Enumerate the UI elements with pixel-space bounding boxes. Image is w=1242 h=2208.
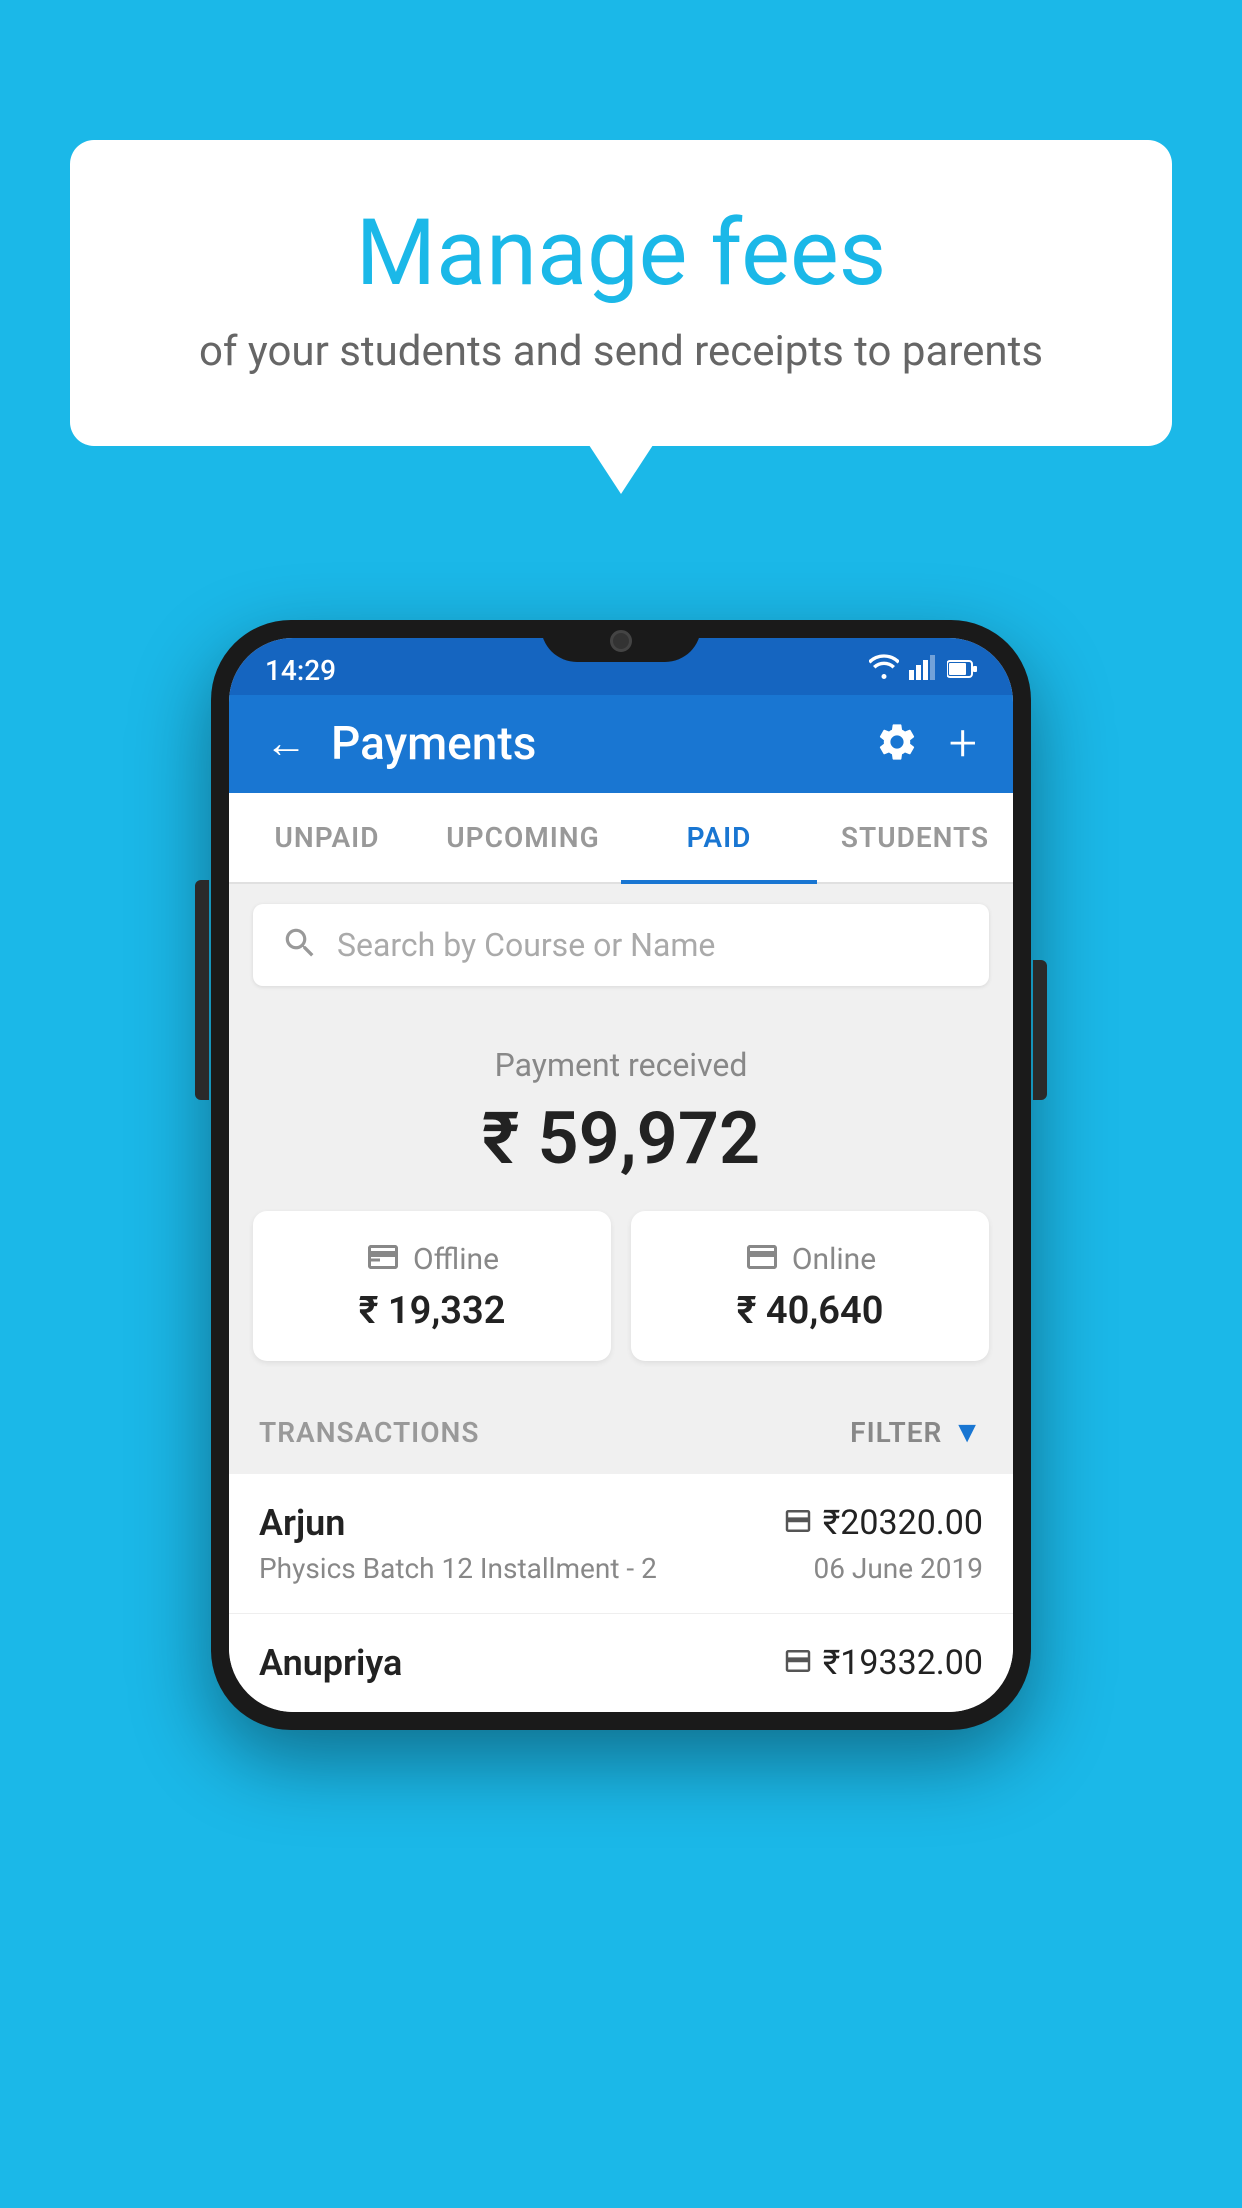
filter-label: FILTER <box>850 1416 942 1449</box>
offline-payment-card: Offline ₹ 19,332 <box>253 1211 611 1361</box>
transaction-amount-container: ₹19332.00 <box>783 1643 983 1683</box>
filter-icon: ▼ <box>952 1415 983 1450</box>
online-icon <box>744 1239 780 1279</box>
online-label: Online <box>792 1242 876 1277</box>
filter-button[interactable]: FILTER ▼ <box>850 1415 983 1450</box>
offline-icon <box>365 1239 401 1279</box>
transaction-amount-container: ₹20320.00 <box>783 1503 983 1543</box>
tabs-bar: UNPAID UPCOMING PAID STUDENTS <box>229 793 1013 884</box>
speech-bubble-container: Manage fees of your students and send re… <box>70 140 1172 446</box>
header-left: ← Payments <box>265 717 536 771</box>
online-amount: ₹ 40,640 <box>651 1289 969 1333</box>
payment-total-amount: ₹ 59,972 <box>253 1096 989 1181</box>
transactions-header: TRANSACTIONS FILTER ▼ <box>229 1391 1013 1474</box>
bubble-title: Manage fees <box>150 200 1092 307</box>
offline-payment-icon <box>783 1650 813 1676</box>
tab-upcoming[interactable]: UPCOMING <box>425 793 621 882</box>
wifi-icon <box>869 654 899 687</box>
back-button[interactable]: ← <box>265 723 307 765</box>
settings-icon[interactable] <box>875 720 919 768</box>
search-input[interactable]: Search by Course or Name <box>337 926 715 964</box>
phone-notch <box>541 620 701 662</box>
search-container: Search by Course or Name <box>229 884 1013 1006</box>
transaction-date: 06 June 2019 <box>813 1552 983 1585</box>
transaction-bottom: Physics Batch 12 Installment - 2 06 June… <box>259 1552 983 1585</box>
signal-icon <box>909 654 937 687</box>
transactions-label: TRANSACTIONS <box>259 1416 479 1449</box>
phone-camera <box>610 630 632 652</box>
phone-frame-wrapper: 14:29 <box>211 620 1031 1730</box>
app-header: ← Payments + <box>229 695 1013 793</box>
phone-screen: 14:29 <box>229 638 1013 1712</box>
speech-bubble: Manage fees of your students and send re… <box>70 140 1172 446</box>
online-payment-icon <box>783 1510 813 1536</box>
tab-students[interactable]: STUDENTS <box>817 793 1013 882</box>
offline-card-header: Offline <box>273 1239 591 1279</box>
payment-received-label: Payment received <box>253 1046 989 1084</box>
transaction-desc: Physics Batch 12 Installment - 2 <box>259 1552 657 1585</box>
bubble-subtitle: of your students and send receipts to pa… <box>150 327 1092 376</box>
tab-paid[interactable]: PAID <box>621 793 817 882</box>
transaction-top: Arjun ₹20320.00 <box>259 1502 983 1544</box>
transaction-amount: ₹20320.00 <box>823 1503 983 1543</box>
offline-label: Offline <box>413 1242 499 1277</box>
phone-frame: 14:29 <box>211 620 1031 1730</box>
add-button[interactable]: + <box>949 719 977 769</box>
status-icons <box>869 654 977 687</box>
payment-cards: Offline ₹ 19,332 <box>253 1211 989 1361</box>
online-card-header: Online <box>651 1239 969 1279</box>
online-payment-card: Online ₹ 40,640 <box>631 1211 989 1361</box>
transaction-top: Anupriya ₹19332.00 <box>259 1642 983 1684</box>
page-title: Payments <box>331 717 536 771</box>
payment-summary: Payment received ₹ 59,972 <box>229 1006 1013 1391</box>
battery-icon <box>947 656 977 686</box>
search-icon <box>281 924 319 966</box>
table-row[interactable]: Arjun ₹20320.00 Physi <box>229 1474 1013 1614</box>
search-box[interactable]: Search by Course or Name <box>253 904 989 986</box>
transaction-name: Arjun <box>259 1502 345 1544</box>
transactions-list: Arjun ₹20320.00 Physi <box>229 1474 1013 1712</box>
offline-amount: ₹ 19,332 <box>273 1289 591 1333</box>
table-row[interactable]: Anupriya ₹19332.00 <box>229 1614 1013 1712</box>
status-time: 14:29 <box>265 654 336 687</box>
transaction-amount: ₹19332.00 <box>823 1643 983 1683</box>
transaction-name: Anupriya <box>259 1642 402 1684</box>
header-right: + <box>875 719 977 769</box>
tab-unpaid[interactable]: UNPAID <box>229 793 425 882</box>
